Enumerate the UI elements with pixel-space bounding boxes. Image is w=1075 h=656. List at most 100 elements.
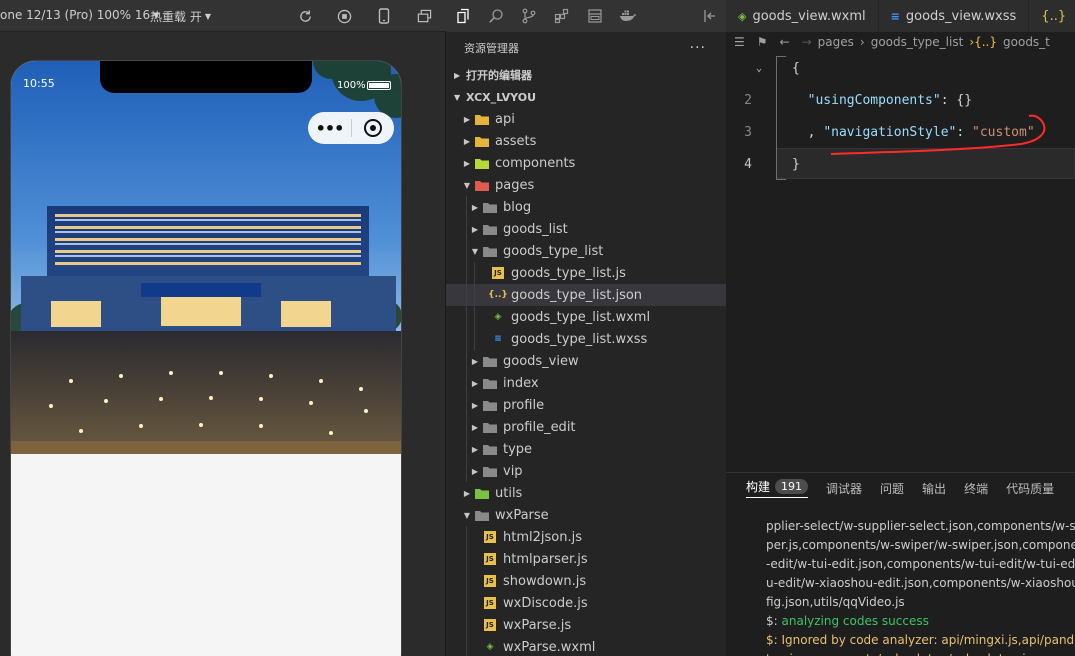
chevron-right-icon: ▶ [463,488,471,498]
extensions-icon[interactable] [545,0,578,32]
panel-tab[interactable]: 代码质量 [1006,480,1054,497]
tree-item[interactable]: ▶ utils [446,482,726,504]
tree-item[interactable]: ▶ type [446,438,726,460]
hot-reload-dropdown[interactable]: 热重载 开 ▼ [150,8,211,25]
search-icon[interactable] [479,0,512,32]
battery-level [369,83,389,88]
tree-item[interactable]: ◈ wxParse.wxml [446,636,726,656]
collapse-panel-icon[interactable] [693,0,726,32]
explorer-title: 资源管理器 [464,42,519,55]
folder-icon [482,442,498,456]
indent-guide [474,306,475,328]
chevron-right-icon: ▶ [471,422,479,432]
folder-icon [482,398,498,412]
tree-item[interactable]: JS showdown.js [446,570,726,592]
line-number: 2 [744,92,752,108]
panel-tab[interactable]: 输出 [922,480,946,497]
device-dropdown[interactable]: one 12/13 (Pro) 100% 16 ▼ [0,8,159,22]
tree-item[interactable]: ▼ pages [446,174,726,196]
tree-item[interactable]: JS htmlparser.js [446,548,726,570]
panel-tab-label: 终端 [964,481,989,496]
miniprogram-capsule: ••• [308,112,394,144]
count-badge: 191 [775,479,809,494]
list-icon[interactable]: ☰ [734,35,745,49]
source-control-icon[interactable] [512,0,545,32]
tree-item-label: api [495,111,515,127]
editor-tab-label: goods_view.wxss [905,8,1017,24]
panel-tab[interactable]: 构建 191 [746,478,809,498]
tree-item[interactable]: ▶ index [446,372,726,394]
code-text: "usingComponents": {} [792,93,972,108]
tree-item-label: goods_type_list.wxml [511,309,651,325]
phone-icon[interactable] [376,8,392,24]
files-icon[interactable] [446,0,479,32]
folder-icon [482,200,498,214]
stop-icon[interactable] [336,8,352,24]
copy-window-icon[interactable] [416,8,432,24]
tree-item-label: index [503,375,539,391]
back-arrow-icon[interactable]: ← [780,35,790,49]
code-editor[interactable]: ⌄ { 2 "usingComponents": {} 3 , "navigat… [726,52,1075,472]
panel-tab-label: 构建 [746,480,771,494]
indent-guide [474,328,475,350]
more-actions-icon[interactable]: ··· [690,40,706,56]
tree-item[interactable]: ▶ profile_edit [446,416,726,438]
tree-item[interactable]: ▶ goods_view [446,350,726,372]
docker-icon[interactable] [611,0,644,32]
tree-item[interactable]: ◈ goods_type_list.wxml [446,306,726,328]
tree-item[interactable]: JS wxDiscode.js [446,592,726,614]
more-dots-icon[interactable]: ••• [308,112,351,144]
tree-item[interactable]: ≡ goods_type_list.wxss [446,328,726,350]
refresh-icon[interactable] [297,8,313,24]
tree-item[interactable]: ▼ wxParse [446,504,726,526]
project-section[interactable]: ▼ XCX_LVYOU [446,86,726,108]
bookmark-icon[interactable]: ⚑ [757,35,768,49]
tree-item[interactable]: JS wxParse.js [446,614,726,636]
chevron-right-icon: ▶ [463,158,471,168]
panel-tab[interactable]: 问题 [880,480,904,497]
close-miniprogram-icon[interactable] [352,112,394,144]
panel-tab[interactable]: 调试器 [826,480,862,497]
tree-item[interactable]: JS goods_type_list.js [446,262,726,284]
tree-item[interactable]: ▶ assets [446,130,726,152]
chevron-down-icon: ▼ [471,246,479,256]
chevron-right-icon: ▶ [454,70,461,80]
editor-tab[interactable]: ◈ goods_view.wxml [726,0,879,32]
tree-item-label: showdown.js [503,573,587,589]
phone-notch [100,61,312,93]
breadcrumb-folder[interactable]: goods_type_list [871,35,964,49]
editor-tab[interactable]: {..} [1029,0,1075,32]
layout-icon[interactable] [578,0,611,32]
folder-icon [482,244,498,258]
output-line: pplier-select/w-supplier-select.json,com… [766,519,1075,533]
js-file-icon: JS [482,618,498,632]
open-editors-section[interactable]: ▶ 打开的编辑器 [446,64,726,86]
simulator-toolbar: one 12/13 (Pro) 100% 16 ▼ 热重载 开 ▼ [0,0,446,32]
editor-tab[interactable]: ≡ goods_view.wxss [878,0,1030,32]
json-file-icon: ›{..} [969,35,998,49]
breadcrumb-pages[interactable]: pages [818,35,854,49]
fold-chevron-icon[interactable]: ⌄ [756,63,762,74]
panel-tab[interactable]: 终端 [964,480,988,497]
tree-item[interactable]: ▶ profile [446,394,726,416]
tree-item[interactable]: JS html2json.js [446,526,726,548]
tree-item[interactable]: ▶ vip [446,460,726,482]
folder-icon [474,178,490,192]
tree-item[interactable]: {..} goods_type_list.json [446,284,726,306]
tree-item[interactable]: ▼ goods_type_list [446,240,726,262]
tree-item[interactable]: ▶ blog [446,196,726,218]
js-file-icon: JS [490,266,506,280]
forward-arrow-icon[interactable]: → [802,35,812,49]
tree-item[interactable]: ▶ goods_list [446,218,726,240]
indent-guide [466,416,467,438]
js-file-icon: JS [482,596,498,610]
tree-item[interactable]: ▶ api [446,108,726,130]
folder-icon [482,222,498,236]
code-text: { [792,61,800,76]
tree-item-label: wxParse.js [503,617,572,633]
indent-guide [466,240,467,262]
breadcrumb-file[interactable]: goods_t [1003,35,1050,49]
output-line: $: analyzing codes success [766,614,929,628]
tree-item[interactable]: ▶ components [446,152,726,174]
tree-item-label: type [503,441,533,457]
